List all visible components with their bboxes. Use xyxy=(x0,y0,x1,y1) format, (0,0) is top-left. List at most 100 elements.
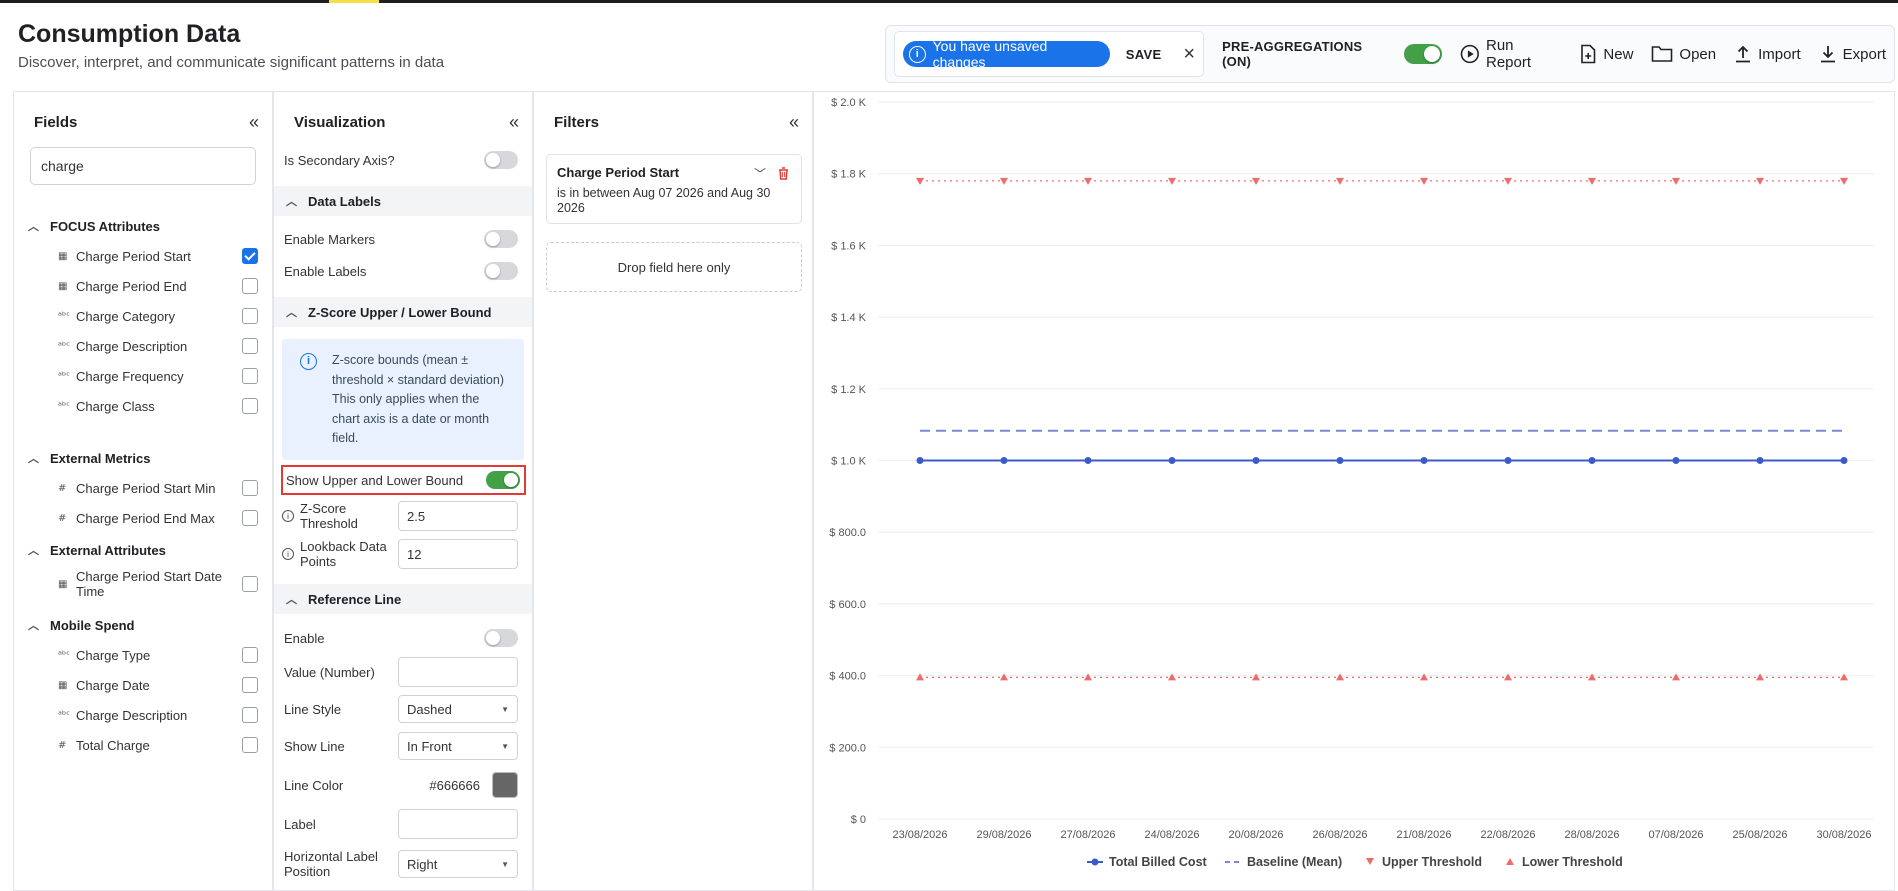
secondary-axis-toggle[interactable] xyxy=(484,151,518,169)
lower-threshold-point xyxy=(916,673,924,681)
data-labels-section[interactable]: ︿ Data Labels xyxy=(274,186,532,216)
legend-swatch-upper-threshold xyxy=(1366,858,1374,865)
field-checkbox[interactable] xyxy=(242,398,258,414)
y-tick-label: $ 1.4 K xyxy=(831,312,867,324)
field-group-header[interactable]: ︿ FOCUS Attributes xyxy=(28,216,258,236)
field-checkbox[interactable] xyxy=(242,707,258,723)
enable-labels-row: Enable Labels xyxy=(284,261,518,281)
hlabel-position-select[interactable]: Right ▼ xyxy=(398,850,518,878)
lower-threshold-point xyxy=(1420,673,1428,681)
save-button[interactable]: SAVE xyxy=(1126,47,1162,62)
total-billed-cost-point xyxy=(1252,457,1260,464)
field-group: ︿ External Attributes ▦ Charge Period Start… xyxy=(28,540,258,603)
lookback-input[interactable]: 12 xyxy=(398,539,518,569)
field-item[interactable]: ▦ Charge Period End xyxy=(28,271,258,301)
filter-drop-zone[interactable]: Drop field here only xyxy=(546,242,802,292)
calendar-icon: ▦ xyxy=(58,250,68,262)
open-button[interactable]: Open xyxy=(1651,45,1716,63)
line-style-value: Dashed xyxy=(407,701,452,717)
total-billed-cost-point xyxy=(1840,457,1848,464)
collapse-fields-icon[interactable]: « xyxy=(249,112,259,133)
trash-icon[interactable] xyxy=(778,167,789,180)
x-tick-label: 29/08/2026 xyxy=(976,829,1031,841)
close-icon[interactable]: × xyxy=(1183,44,1195,64)
import-button[interactable]: Import xyxy=(1734,44,1801,64)
field-item[interactable]: ᵃᵇᶜ Charge Category xyxy=(28,301,258,331)
field-item[interactable]: ᵃᵇᶜ Charge Description xyxy=(28,700,258,730)
field-checkbox[interactable] xyxy=(242,338,258,354)
pre-aggregations-toggle[interactable] xyxy=(1404,44,1443,64)
field-checkbox[interactable] xyxy=(242,576,258,592)
field-group-header[interactable]: ︿ External Metrics xyxy=(28,448,258,468)
enable-markers-toggle[interactable] xyxy=(484,230,518,248)
hlabel-position-row: Horizontal Label Position Right ▼ xyxy=(284,848,518,880)
folder-icon xyxy=(1652,46,1673,62)
run-report-button[interactable]: Run Report xyxy=(1460,37,1561,71)
field-item-label: Charge Period End xyxy=(76,278,187,294)
field-checkbox[interactable] xyxy=(242,647,258,663)
field-group: ︿ FOCUS Attributes ▦ Charge Period Start ▦ Ch… xyxy=(28,216,258,421)
x-tick-label: 20/08/2026 xyxy=(1228,829,1283,841)
field-item[interactable]: ᵃᵇᶜ Charge Frequency xyxy=(28,361,258,391)
chevron-down-icon[interactable]: ﹀ xyxy=(754,165,766,182)
text-type-icon: ᵃᵇᶜ xyxy=(58,340,70,352)
zscore-section[interactable]: ︿ Z-Score Upper / Lower Bound xyxy=(274,297,532,327)
page-header: Consumption Data Discover, interpret, an… xyxy=(18,20,444,71)
hlabel-position-value: Right xyxy=(407,856,438,872)
unsaved-changes-badge: i You have unsaved changes xyxy=(903,38,1110,70)
field-checkbox[interactable] xyxy=(242,308,258,324)
collapse-visualization-icon[interactable]: « xyxy=(509,112,519,133)
text-type-icon: ᵃᵇᶜ xyxy=(58,400,70,412)
label-input[interactable] xyxy=(398,809,518,839)
field-item[interactable]: ▦ Charge Period Start Date Time xyxy=(28,565,258,603)
enable-labels-toggle[interactable] xyxy=(484,262,518,280)
field-checkbox[interactable] xyxy=(242,278,258,294)
field-item[interactable]: # Total Charge xyxy=(28,730,258,760)
x-tick-label: 27/08/2026 xyxy=(1060,829,1115,841)
field-group-header[interactable]: ︿ External Attributes xyxy=(28,540,258,560)
zscore-threshold-label: Z-Score Threshold xyxy=(300,501,358,531)
field-item[interactable]: ᵃᵇᶜ Charge Class xyxy=(28,391,258,421)
show-line-select[interactable]: In Front ▼ xyxy=(398,732,518,760)
show-bounds-toggle[interactable] xyxy=(486,471,520,489)
field-checkbox[interactable] xyxy=(242,368,258,384)
field-item-label: Charge Description xyxy=(76,707,188,723)
field-item[interactable]: ▦ Charge Date xyxy=(28,670,258,700)
field-checkbox[interactable] xyxy=(242,480,258,496)
field-item[interactable]: ▦ Charge Period Start xyxy=(28,241,258,271)
line-color-swatch[interactable] xyxy=(492,772,518,798)
chevron-up-icon: ︿ xyxy=(286,594,297,606)
reference-enable-toggle[interactable] xyxy=(484,629,518,647)
field-item[interactable]: # Charge Period End Max xyxy=(28,503,258,533)
upper-threshold-point xyxy=(1756,177,1764,185)
field-item-label: Charge Period Start Min xyxy=(76,480,216,496)
export-button[interactable]: Export xyxy=(1819,44,1886,64)
legend-label-upper-threshold: Upper Threshold xyxy=(1382,855,1482,869)
field-checkbox[interactable] xyxy=(242,737,258,753)
y-tick-label: $ 600.0 xyxy=(829,599,866,611)
zscore-threshold-row: i Z-Score Threshold 2.5 xyxy=(282,500,518,532)
data-labels-section-title: Data Labels xyxy=(308,193,381,209)
field-group-header[interactable]: ︿ Mobile Spend xyxy=(28,615,258,635)
filter-card[interactable]: Charge Period Start is in between Aug 07… xyxy=(546,154,802,224)
upload-icon xyxy=(1736,45,1751,63)
line-style-select[interactable]: Dashed ▼ xyxy=(398,695,518,723)
text-type-icon: ᵃᵇᶜ xyxy=(58,370,70,382)
collapse-filters-icon[interactable]: « xyxy=(789,112,799,133)
field-item-label: Charge Period End Max xyxy=(76,510,215,526)
zscore-threshold-input[interactable]: 2.5 xyxy=(398,501,518,531)
new-button[interactable]: New xyxy=(1579,44,1633,64)
field-item[interactable]: # Charge Period Start Min xyxy=(28,473,258,503)
upper-threshold-point xyxy=(1672,177,1680,185)
field-item[interactable]: ᵃᵇᶜ Charge Description xyxy=(28,331,258,361)
field-item[interactable]: ᵃᵇᶜ Charge Type xyxy=(28,640,258,670)
value-number-input[interactable] xyxy=(398,657,518,687)
fields-search-input[interactable] xyxy=(30,147,256,185)
field-checkbox[interactable] xyxy=(242,677,258,693)
field-checkbox[interactable] xyxy=(242,510,258,526)
reference-line-section[interactable]: ︿ Reference Line xyxy=(274,584,532,614)
label-row: Label xyxy=(284,808,518,840)
field-checkbox[interactable] xyxy=(242,248,258,264)
zscore-info-text: Z-score bounds (mean ± threshold × stand… xyxy=(332,353,504,445)
text-type-icon: ᵃᵇᶜ xyxy=(58,709,70,721)
